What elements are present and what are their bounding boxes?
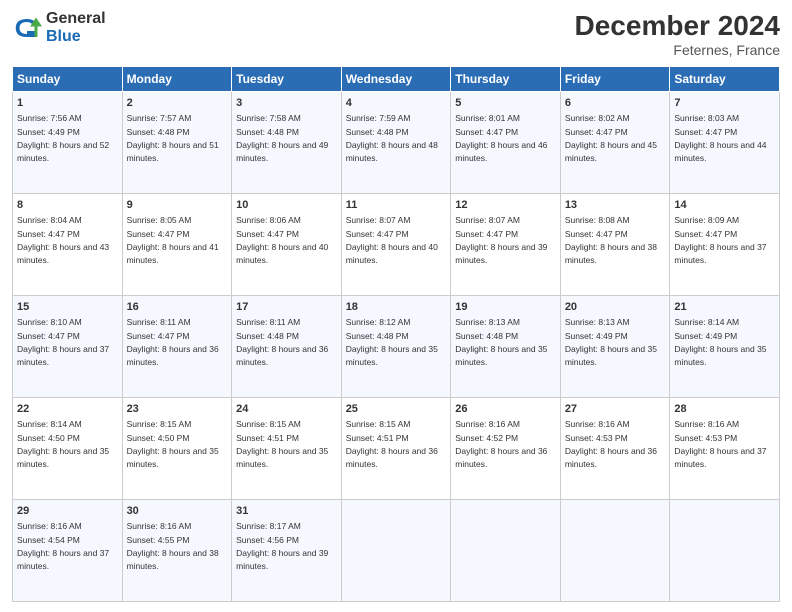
month-title: December 2024 [575,10,780,42]
calendar-header: Sunday Monday Tuesday Wednesday Thursday… [13,67,780,92]
day-cell-26: 26 Sunrise: 8:16 AMSunset: 4:52 PMDaylig… [451,398,561,500]
day-cell-21: 21 Sunrise: 8:14 AMSunset: 4:49 PMDaylig… [670,296,780,398]
day-cell-27: 27 Sunrise: 8:16 AMSunset: 4:53 PMDaylig… [560,398,670,500]
day-cell-16: 16 Sunrise: 8:11 AMSunset: 4:47 PMDaylig… [122,296,232,398]
calendar-body: 1 Sunrise: 7:56 AMSunset: 4:49 PMDayligh… [13,92,780,602]
col-monday: Monday [122,67,232,92]
table-row: 29 Sunrise: 8:16 AMSunset: 4:54 PMDaylig… [13,500,780,602]
day-cell-25: 25 Sunrise: 8:15 AMSunset: 4:51 PMDaylig… [341,398,451,500]
day-cell-14: 14 Sunrise: 8:09 AMSunset: 4:47 PMDaylig… [670,194,780,296]
col-friday: Friday [560,67,670,92]
day-cell-30: 30 Sunrise: 8:16 AMSunset: 4:55 PMDaylig… [122,500,232,602]
day-cell-17: 17 Sunrise: 8:11 AMSunset: 4:48 PMDaylig… [232,296,342,398]
day-cell-13: 13 Sunrise: 8:08 AMSunset: 4:47 PMDaylig… [560,194,670,296]
day-cell-10: 10 Sunrise: 8:06 AMSunset: 4:47 PMDaylig… [232,194,342,296]
day-cell-8: 8 Sunrise: 8:04 AMSunset: 4:47 PMDayligh… [13,194,123,296]
day-header-row: Sunday Monday Tuesday Wednesday Thursday… [13,67,780,92]
logo-text: General Blue [46,10,106,45]
day-cell-15: 15 Sunrise: 8:10 AMSunset: 4:47 PMDaylig… [13,296,123,398]
day-cell-12: 12 Sunrise: 8:07 AMSunset: 4:47 PMDaylig… [451,194,561,296]
table-row: 22 Sunrise: 8:14 AMSunset: 4:50 PMDaylig… [13,398,780,500]
col-wednesday: Wednesday [341,67,451,92]
day-cell-4: 4 Sunrise: 7:59 AMSunset: 4:48 PMDayligh… [341,92,451,194]
table-row: 15 Sunrise: 8:10 AMSunset: 4:47 PMDaylig… [13,296,780,398]
col-saturday: Saturday [670,67,780,92]
day-cell-22: 22 Sunrise: 8:14 AMSunset: 4:50 PMDaylig… [13,398,123,500]
title-area: December 2024 Feternes, France [575,10,780,58]
day-cell-2: 2 Sunrise: 7:57 AMSunset: 4:48 PMDayligh… [122,92,232,194]
header: General Blue December 2024 Feternes, Fra… [12,10,780,58]
empty-cell [560,500,670,602]
calendar-table: Sunday Monday Tuesday Wednesday Thursday… [12,66,780,602]
table-row: 1 Sunrise: 7:56 AMSunset: 4:49 PMDayligh… [13,92,780,194]
day-cell-23: 23 Sunrise: 8:15 AMSunset: 4:50 PMDaylig… [122,398,232,500]
col-tuesday: Tuesday [232,67,342,92]
day-cell-24: 24 Sunrise: 8:15 AMSunset: 4:51 PMDaylig… [232,398,342,500]
day-cell-19: 19 Sunrise: 8:13 AMSunset: 4:48 PMDaylig… [451,296,561,398]
day-cell-20: 20 Sunrise: 8:13 AMSunset: 4:49 PMDaylig… [560,296,670,398]
day-cell-28: 28 Sunrise: 8:16 AMSunset: 4:53 PMDaylig… [670,398,780,500]
page: General Blue December 2024 Feternes, Fra… [0,0,792,612]
location: Feternes, France [575,42,780,58]
day-cell-5: 5 Sunrise: 8:01 AMSunset: 4:47 PMDayligh… [451,92,561,194]
day-cell-3: 3 Sunrise: 7:58 AMSunset: 4:48 PMDayligh… [232,92,342,194]
day-cell-11: 11 Sunrise: 8:07 AMSunset: 4:47 PMDaylig… [341,194,451,296]
day-cell-6: 6 Sunrise: 8:02 AMSunset: 4:47 PMDayligh… [560,92,670,194]
day-cell-1: 1 Sunrise: 7:56 AMSunset: 4:49 PMDayligh… [13,92,123,194]
empty-cell [451,500,561,602]
day-cell-29: 29 Sunrise: 8:16 AMSunset: 4:54 PMDaylig… [13,500,123,602]
col-thursday: Thursday [451,67,561,92]
day-cell-31: 31 Sunrise: 8:17 AMSunset: 4:56 PMDaylig… [232,500,342,602]
logo-icon [12,13,42,43]
day-cell-18: 18 Sunrise: 8:12 AMSunset: 4:48 PMDaylig… [341,296,451,398]
logo: General Blue [12,10,106,45]
day-cell-9: 9 Sunrise: 8:05 AMSunset: 4:47 PMDayligh… [122,194,232,296]
col-sunday: Sunday [13,67,123,92]
table-row: 8 Sunrise: 8:04 AMSunset: 4:47 PMDayligh… [13,194,780,296]
empty-cell [341,500,451,602]
empty-cell [670,500,780,602]
day-cell-7: 7 Sunrise: 8:03 AMSunset: 4:47 PMDayligh… [670,92,780,194]
